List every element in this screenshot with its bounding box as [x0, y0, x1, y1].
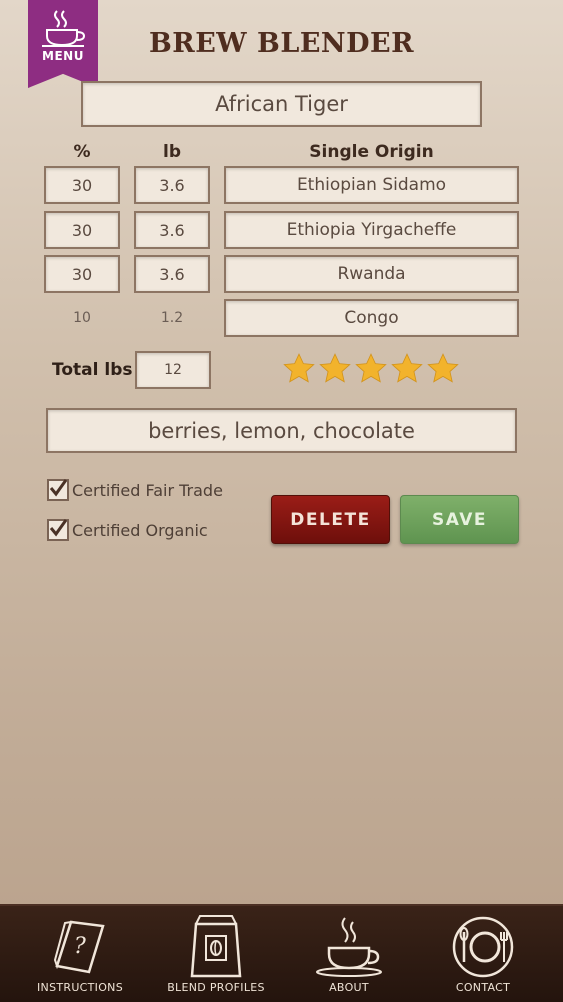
lb-value-4: 1.2: [160, 310, 184, 326]
save-button[interactable]: SAVE: [400, 495, 519, 544]
total-lbs-label: Total lbs: [52, 360, 133, 380]
steaming-cup-icon: [315, 912, 383, 978]
tab-about[interactable]: ABOUT: [279, 906, 419, 1002]
origin-select-2[interactable]: Ethiopia Yirgacheffe: [224, 211, 519, 249]
lb-input-3[interactable]: 3.6: [134, 255, 210, 293]
fair-trade-checkbox-row[interactable]: Certified Fair Trade: [47, 479, 223, 501]
tab-blend-profiles-label: BLEND PROFILES: [167, 981, 265, 994]
percent-input-1[interactable]: 30: [44, 166, 120, 204]
delete-button[interactable]: DELETE: [271, 495, 390, 544]
origin-select-4[interactable]: Congo: [224, 299, 519, 337]
tab-blend-profiles[interactable]: BLEND PROFILES: [146, 906, 286, 1002]
svg-text:?: ?: [74, 934, 86, 959]
star-icon[interactable]: [426, 352, 460, 386]
star-rating[interactable]: [282, 352, 460, 386]
coffee-bag-icon: [188, 912, 244, 978]
organic-checkbox[interactable]: [47, 519, 69, 541]
app-title: BREW BLENDER: [148, 28, 415, 59]
instructions-book-icon: ?: [49, 912, 111, 978]
organic-label: Certified Organic: [72, 520, 208, 540]
star-icon[interactable]: [390, 352, 424, 386]
percent-column-header: %: [73, 142, 91, 162]
checkmark-icon: [49, 519, 68, 537]
checkmark-icon: [49, 479, 68, 497]
tab-instructions-label: INSTRUCTIONS: [37, 981, 123, 994]
plate-setting-icon: [450, 912, 516, 978]
lb-input-2[interactable]: 3.6: [134, 211, 210, 249]
fair-trade-checkbox[interactable]: [47, 479, 69, 501]
star-icon[interactable]: [318, 352, 352, 386]
tab-instructions[interactable]: ? INSTRUCTIONS: [10, 906, 150, 1002]
organic-checkbox-row[interactable]: Certified Organic: [47, 519, 208, 541]
total-lbs-input[interactable]: 12: [135, 351, 211, 389]
percent-value-4: 10: [73, 310, 91, 326]
tab-contact[interactable]: CONTACT: [413, 906, 553, 1002]
origin-column-header: Single Origin: [309, 142, 434, 162]
lb-input-1[interactable]: 3.6: [134, 166, 210, 204]
tab-about-label: ABOUT: [329, 981, 369, 994]
tab-contact-label: CONTACT: [455, 981, 511, 994]
percent-input-2[interactable]: 30: [44, 211, 120, 249]
bottom-tab-bar: ? INSTRUCTIONS BLEND PROFILES ABOUT CONT…: [0, 904, 563, 1002]
star-icon[interactable]: [354, 352, 388, 386]
lb-column-header: lb: [163, 142, 181, 162]
tasting-notes-field[interactable]: berries, lemon, chocolate: [46, 408, 517, 453]
fair-trade-label: Certified Fair Trade: [72, 480, 223, 500]
star-icon[interactable]: [282, 352, 316, 386]
percent-input-3[interactable]: 30: [44, 255, 120, 293]
blend-name-field[interactable]: African Tiger: [81, 81, 482, 127]
origin-select-3[interactable]: Rwanda: [224, 255, 519, 293]
origin-select-1[interactable]: Ethiopian Sidamo: [224, 166, 519, 204]
